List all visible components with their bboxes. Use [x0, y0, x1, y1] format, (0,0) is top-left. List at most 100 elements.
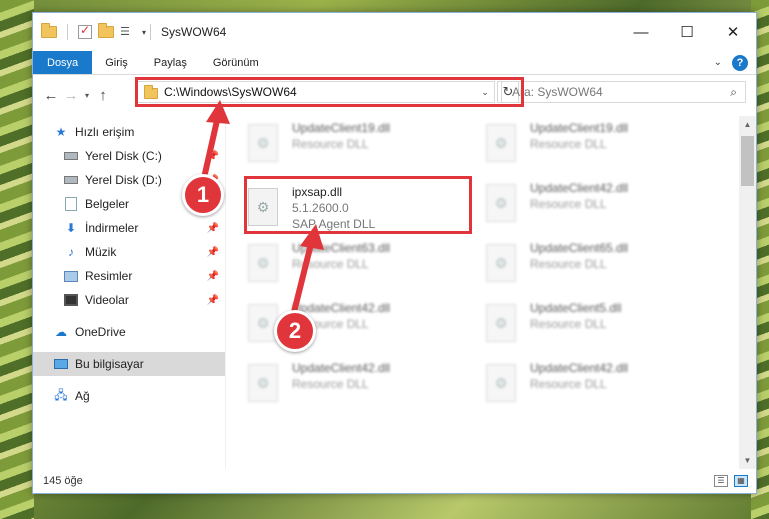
sidebar-item-label: Ağ — [75, 389, 90, 403]
sidebar-item-label: Yerel Disk (C:) — [85, 149, 162, 163]
details-view-icon[interactable]: ☰ — [714, 475, 728, 487]
tiles-view-icon[interactable]: ▦ — [734, 475, 748, 487]
list-item[interactable]: ⚙ UpdateClient42.dll Resource DLL — [486, 360, 716, 414]
window-controls: — ☐ ✕ — [618, 13, 756, 51]
toolbar-separator — [67, 24, 68, 40]
dll-file-icon: ⚙ — [486, 124, 516, 162]
properties-check-icon[interactable] — [78, 23, 92, 39]
sidebar-item-label: Belgeler — [85, 197, 130, 211]
forward-button[interactable]: → — [61, 87, 81, 104]
file-meta: Resource DLL — [292, 377, 369, 391]
file-highlight-box — [244, 176, 472, 234]
file-meta: Resource DLL — [292, 137, 369, 151]
file-meta: Resource DLL — [292, 257, 369, 271]
scrollbar-thumb[interactable] — [741, 136, 754, 186]
sidebar-item-onedrive[interactable]: ☁ OneDrive — [33, 320, 225, 344]
sidebar-item-network[interactable]: 🖧 Ağ — [33, 384, 225, 408]
cloud-icon: ☁ — [55, 325, 67, 339]
file-meta: Resource DLL — [530, 377, 607, 391]
ribbon-tabs: Dosya Giriş Paylaş Görünüm ⌄ ? — [33, 51, 756, 75]
dll-file-icon: ⚙ — [248, 364, 278, 402]
list-item[interactable]: ⚙ UpdateClient19.dll Resource DLL — [248, 120, 478, 174]
sidebar-item-music[interactable]: ♪ Müzik 📌 — [33, 240, 225, 264]
sidebar-item-this-pc[interactable]: Bu bilgisayar — [33, 352, 225, 376]
expand-ribbon-icon[interactable]: ⌄ — [714, 57, 722, 68]
list-item[interactable]: ⚙ UpdateClient65.dll Resource DLL — [486, 240, 716, 294]
sidebar-item-label: OneDrive — [75, 325, 126, 339]
pin-icon[interactable]: 📌 — [207, 247, 219, 258]
vertical-scrollbar[interactable]: ▲ ▼ — [739, 116, 756, 469]
step-badge-1: 1 — [182, 174, 224, 216]
qa-dropdown-icon[interactable]: ▾ — [142, 28, 146, 37]
dll-file-icon: ⚙ — [486, 184, 516, 222]
dll-file-icon: ⚙ — [486, 364, 516, 402]
disk-icon — [63, 148, 79, 164]
star-icon: ★ — [55, 125, 67, 139]
ribbon-right-controls: ⌄ ? — [714, 51, 756, 74]
list-item[interactable]: ⚙ UpdateClient19.dll Resource DLL — [486, 120, 716, 174]
list-item[interactable]: ⚙ UpdateClient5.dll Resource DLL — [486, 300, 716, 354]
desktop-wallpaper-left — [0, 0, 34, 519]
file-name: UpdateClient42.dll — [292, 361, 391, 375]
title-bar: ☰ ▾ SysWOW64 — ☐ ✕ — [33, 13, 756, 51]
minimize-button[interactable]: — — [618, 13, 664, 51]
download-icon: ⬇ — [65, 221, 77, 235]
computer-icon — [53, 356, 69, 372]
tab-dosya[interactable]: Dosya — [33, 51, 93, 74]
scroll-down-icon[interactable]: ▼ — [739, 452, 756, 469]
pin-icon[interactable]: 📌 — [207, 271, 219, 282]
explorer-window: ☰ ▾ SysWOW64 — ☐ ✕ Dosya Giriş Paylaş Gö… — [32, 12, 757, 494]
close-button[interactable]: ✕ — [710, 13, 756, 51]
sidebar-item-label: Yerel Disk (D:) — [85, 173, 162, 187]
main-body: ★ Hızlı erişim Yerel Disk (C:) 📌 Yerel D… — [33, 116, 756, 469]
recent-locations-icon[interactable]: ▾ — [81, 91, 93, 100]
scroll-up-icon[interactable]: ▲ — [739, 116, 756, 133]
file-name: UpdateClient65.dll — [530, 241, 629, 255]
sidebar-item-videos[interactable]: Videolar 📌 — [33, 288, 225, 312]
file-meta: Resource DLL — [530, 137, 607, 151]
file-name: UpdateClient42.dll — [530, 181, 629, 195]
address-highlight-box — [135, 77, 524, 107]
status-bar: 145 öğe ☰ ▦ — [33, 469, 756, 493]
list-item[interactable]: ⚙ UpdateClient63.dll Resource DLL — [248, 240, 478, 294]
list-item[interactable]: ⚙ UpdateClient42.dll Resource DLL — [248, 360, 478, 414]
video-icon — [63, 292, 79, 308]
file-meta: Resource DLL — [530, 197, 607, 211]
sidebar-item-label: Videolar — [85, 293, 129, 307]
quick-access-toolbar: ☰ ▾ — [41, 23, 146, 40]
file-list: ⚙ UpdateClient19.dll Resource DLL ⚙ ipxs… — [226, 116, 756, 469]
tab-giris[interactable]: Giriş — [92, 51, 141, 74]
new-folder-icon[interactable] — [98, 23, 114, 38]
list-item[interactable]: ⚙ UpdateClient42.dll Resource DLL — [486, 180, 716, 234]
network-icon: 🖧 — [54, 387, 68, 402]
help-icon[interactable]: ? — [732, 54, 748, 71]
search-input[interactable]: Ara: SysWOW64 ⌕ — [501, 81, 746, 103]
tab-gorunum[interactable]: Görünüm — [200, 51, 272, 74]
sidebar-item-label: Hızlı erişim — [75, 125, 135, 139]
sidebar-item-label: Bu bilgisayar — [75, 357, 144, 371]
dll-file-icon: ⚙ — [248, 124, 278, 162]
sidebar-item-downloads[interactable]: ⬇ İndirmeler 📌 — [33, 216, 225, 240]
pin-icon[interactable]: 📌 — [207, 223, 219, 234]
file-name: UpdateClient63.dll — [292, 241, 391, 255]
pin-icon[interactable]: 📌 — [207, 151, 219, 162]
sidebar-item-label: Resimler — [85, 269, 133, 283]
tab-paylas[interactable]: Paylaş — [141, 51, 200, 74]
disk-icon — [63, 172, 79, 188]
document-icon — [63, 196, 79, 212]
pin-icon[interactable]: 📌 — [207, 295, 219, 306]
up-button[interactable]: ↑ — [93, 87, 113, 104]
customize-icon[interactable]: ☰ — [120, 25, 136, 39]
maximize-button[interactable]: ☐ — [664, 13, 710, 51]
file-meta: Resource DLL — [530, 317, 607, 331]
navigation-bar: ← → ▾ ↑ C:\Windows\SysWOW64 ⌄ ↻ Ara: Sys… — [33, 75, 756, 115]
back-button[interactable]: ← — [41, 87, 61, 104]
sidebar-item-disk-c[interactable]: Yerel Disk (C:) 📌 — [33, 144, 225, 168]
sidebar-item-label: Müzik — [85, 245, 117, 259]
search-icon[interactable]: ⌕ — [730, 85, 737, 100]
window-title: SysWOW64 — [161, 25, 227, 39]
sidebar-item-quick-access[interactable]: ★ Hızlı erişim — [33, 120, 225, 144]
sidebar-item-pictures[interactable]: Resimler 📌 — [33, 264, 225, 288]
pictures-icon — [63, 268, 79, 284]
dll-file-icon: ⚙ — [248, 304, 278, 342]
